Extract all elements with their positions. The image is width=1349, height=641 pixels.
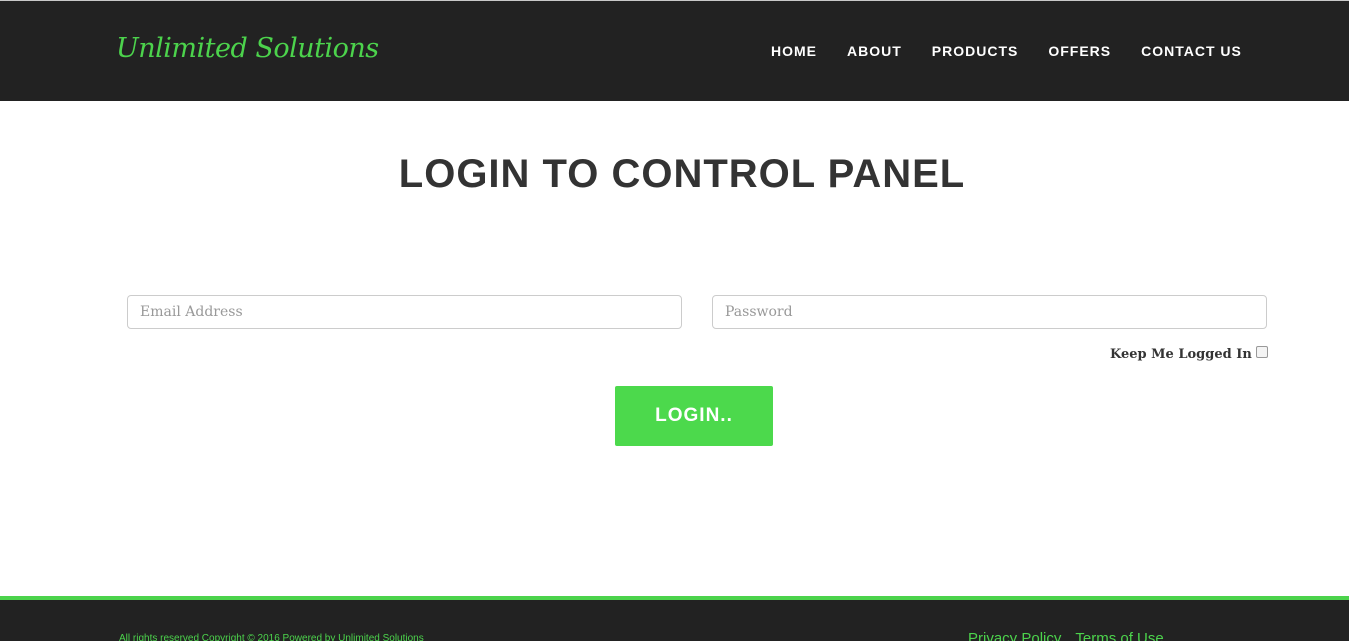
- keep-logged-in-checkbox[interactable]: [1255, 345, 1268, 358]
- nav-contact-us[interactable]: CONTACT US: [1126, 43, 1257, 59]
- email-input[interactable]: [127, 295, 682, 329]
- privacy-policy-link[interactable]: Privacy Policy: [968, 630, 1061, 641]
- footer: All rights reserved Copyright © 2016 Pow…: [0, 600, 1349, 641]
- login-button[interactable]: LOGIN..: [615, 386, 773, 446]
- keep-logged-in: Keep Me Logged In: [1110, 345, 1268, 362]
- terms-of-use-link[interactable]: Terms of Use: [1075, 630, 1163, 641]
- password-input[interactable]: [712, 295, 1267, 329]
- main-nav: HOME ABOUT PRODUCTS OFFERS CONTACT US: [756, 43, 1257, 59]
- nav-offers[interactable]: OFFERS: [1033, 43, 1126, 59]
- footer-links: Privacy Policy Terms of Use: [968, 630, 1178, 641]
- page-title: LOGIN TO CONTROL PANEL: [398, 152, 966, 196]
- copyright-text: All rights reserved Copyright © 2016 Pow…: [119, 633, 424, 641]
- nav-about[interactable]: ABOUT: [832, 43, 917, 59]
- navbar: Unlimited Solutions HOME ABOUT PRODUCTS …: [0, 1, 1349, 101]
- brand-logo[interactable]: Unlimited Solutions: [116, 33, 379, 64]
- nav-products[interactable]: PRODUCTS: [917, 43, 1034, 59]
- keep-logged-in-label: Keep Me Logged In: [1110, 347, 1252, 362]
- nav-home[interactable]: HOME: [756, 43, 832, 59]
